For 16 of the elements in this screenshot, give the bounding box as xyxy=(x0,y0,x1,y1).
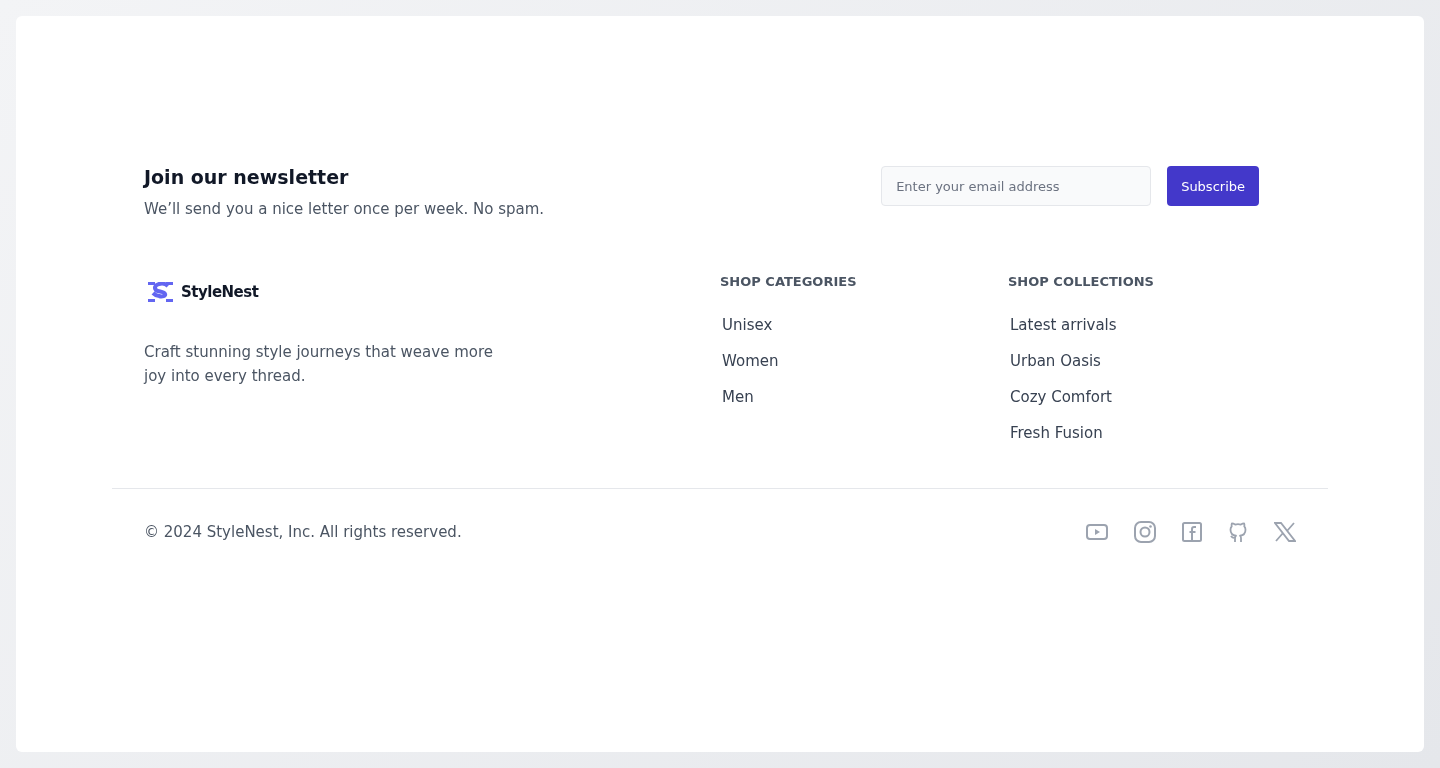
footer-link[interactable]: Cozy Comfort xyxy=(1008,379,1112,415)
footer-link[interactable]: Women xyxy=(720,343,779,379)
footer-link[interactable]: Unisex xyxy=(720,307,773,343)
footer-link[interactable]: Urban Oasis xyxy=(1008,343,1101,379)
copyright-text: © 2024 StyleNest, Inc. All rights reserved. xyxy=(144,523,462,541)
column-heading: SHOP COLLECTIONS xyxy=(1008,274,1154,289)
newsletter-title: Join our newsletter xyxy=(144,166,350,188)
email-field[interactable]: Enter your email address xyxy=(881,166,1152,206)
newsletter-text: We’ll send you a nice letter once per week. No spam. xyxy=(144,200,545,218)
footer-link[interactable]: Latest arrivals xyxy=(1008,307,1117,343)
footer-link[interactable]: Men xyxy=(720,379,754,415)
column-heading: SHOP CATEGORIES xyxy=(720,274,857,289)
brand-name: StyleNest xyxy=(181,283,259,301)
brand-tagline: Craft stunning style journeys that weave more joy into every thread. xyxy=(144,342,494,387)
footer-link[interactable]: Fresh Fusion xyxy=(1008,415,1103,451)
subscribe-button[interactable]: Subscribe xyxy=(1167,166,1259,206)
